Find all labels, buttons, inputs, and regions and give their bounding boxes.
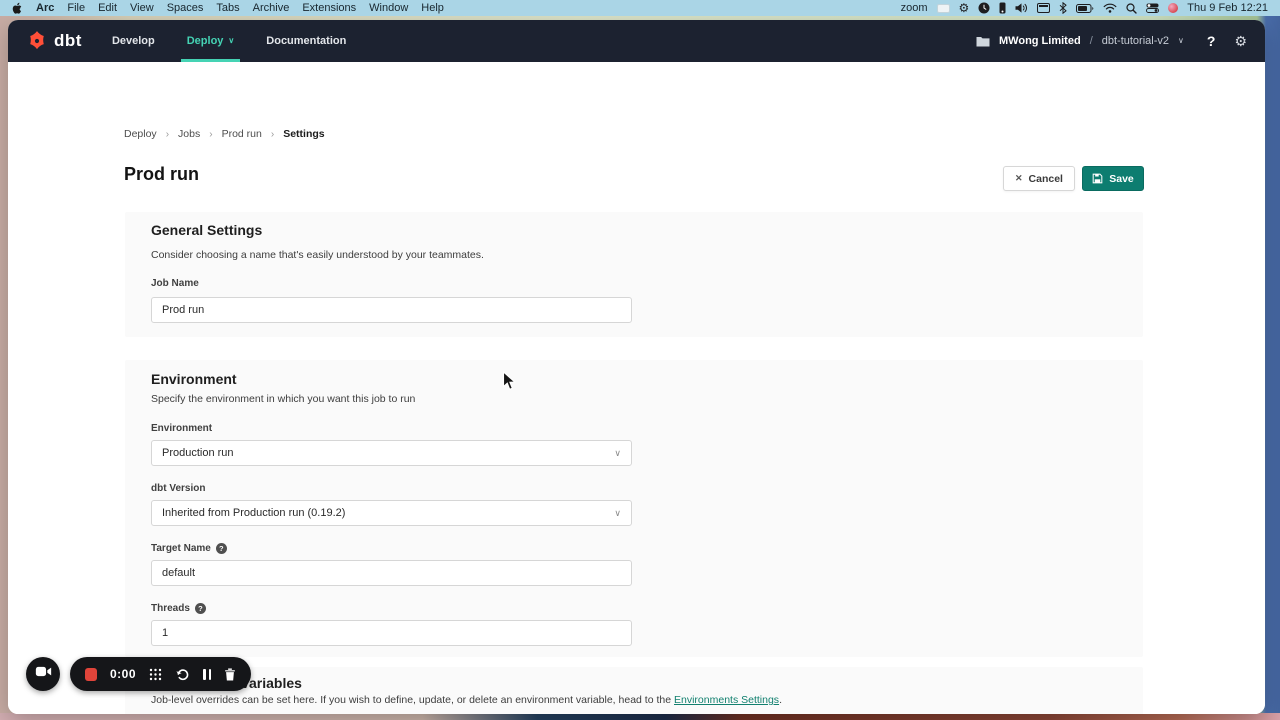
drag-handle-icon[interactable]: [149, 668, 162, 681]
breadcrumb-jobs[interactable]: Jobs: [178, 128, 200, 140]
environment-variables-section: Environment Variables Job-level override…: [125, 667, 1143, 714]
menubar-menu-edit[interactable]: Edit: [98, 2, 117, 14]
nav-items: Develop Deploy ∨ Documentation: [112, 20, 346, 62]
wifi-icon[interactable]: [1103, 3, 1117, 13]
restart-icon[interactable]: [175, 668, 190, 681]
dbt-logo-text: dbt: [54, 31, 82, 51]
general-settings-description: Consider choosing a name that's easily u…: [151, 249, 484, 261]
video-camera-icon: [35, 665, 52, 683]
help-circle-icon[interactable]: ?: [216, 543, 227, 554]
help-circle-icon[interactable]: ?: [195, 603, 206, 614]
desktop-wallpaper-strip: [0, 713, 1280, 720]
nav-item-documentation[interactable]: Documentation: [266, 20, 346, 62]
breadcrumb-separator: ›: [271, 129, 274, 140]
environment-title: Environment: [151, 371, 237, 387]
page-content: Deploy › Jobs › Prod run › Settings Prod…: [8, 62, 1265, 714]
recording-timer: 0:00: [110, 667, 136, 681]
folder-icon: [976, 36, 990, 47]
account-separator: /: [1090, 35, 1093, 47]
job-name-label: Job Name: [151, 278, 199, 289]
nav-item-deploy[interactable]: Deploy ∨: [187, 20, 235, 62]
gear-icon[interactable]: ⚙: [959, 1, 970, 15]
apple-logo-icon[interactable]: [12, 2, 23, 15]
threads-input[interactable]: 1: [151, 620, 632, 646]
environments-settings-link[interactable]: Environments Settings: [674, 694, 779, 706]
job-name-input[interactable]: Prod run: [151, 297, 632, 323]
breadcrumb-deploy[interactable]: Deploy: [124, 128, 157, 140]
target-name-label: Target Name ?: [151, 543, 227, 554]
page-title: Prod run: [124, 164, 199, 185]
menubar-menu-window[interactable]: Window: [369, 2, 408, 14]
breadcrumb-prod-run[interactable]: Prod run: [222, 128, 262, 140]
battery-icon[interactable]: [1076, 4, 1094, 13]
close-icon: ✕: [1015, 173, 1023, 184]
siri-icon[interactable]: [1168, 3, 1178, 13]
general-settings-section: General Settings Consider choosing a nam…: [125, 212, 1143, 337]
dbt-logo[interactable]: dbt: [26, 30, 82, 52]
save-disk-icon: [1092, 173, 1103, 184]
spotlight-icon[interactable]: [1126, 3, 1137, 14]
environment-description: Specify the environment in which you wan…: [151, 393, 415, 405]
volume-icon[interactable]: [1015, 3, 1028, 13]
chevron-down-icon[interactable]: ∨: [1178, 37, 1184, 45]
breadcrumb-settings: Settings: [283, 128, 324, 140]
menubar-zoom-label[interactable]: zoom: [901, 2, 928, 14]
breadcrumb-separator: ›: [166, 129, 169, 140]
account-name[interactable]: MWong Limited: [999, 35, 1081, 47]
menubar-menu-file[interactable]: File: [67, 2, 85, 14]
menubar-menu-view[interactable]: View: [130, 2, 154, 14]
camera-toggle-button[interactable]: [26, 657, 60, 691]
dbt-version-select[interactable]: Inherited from Production run (0.19.2) ∨: [151, 500, 632, 526]
nav-item-develop[interactable]: Develop: [112, 20, 155, 62]
cancel-button[interactable]: ✕ Cancel: [1003, 166, 1075, 191]
general-settings-title: General Settings: [151, 222, 262, 238]
breadcrumb: Deploy › Jobs › Prod run › Settings: [124, 128, 325, 140]
chevron-down-icon: ∨: [614, 448, 621, 459]
dbt-logo-icon: [26, 30, 48, 52]
breadcrumb-separator: ›: [209, 129, 212, 140]
menubar-menu-archive[interactable]: Archive: [253, 2, 290, 14]
environment-field-label: Environment: [151, 423, 212, 434]
project-name[interactable]: dbt-tutorial-v2: [1102, 35, 1169, 47]
dbt-navbar: dbt Develop Deploy ∨ Documentation MWong…: [8, 20, 1265, 62]
trash-icon[interactable]: [224, 668, 236, 681]
clock-icon[interactable]: [978, 2, 990, 14]
environment-select[interactable]: Production run ∨: [151, 440, 632, 466]
dbt-version-label: dbt Version: [151, 483, 205, 494]
save-button[interactable]: Save: [1082, 166, 1144, 191]
menubar-app-name[interactable]: Arc: [36, 2, 54, 14]
browser-window: dbt Develop Deploy ∨ Documentation MWong…: [8, 20, 1265, 714]
stop-recording-button[interactable]: [85, 668, 97, 681]
screen-share-icon[interactable]: [937, 4, 950, 13]
environment-section: Environment Specify the environment in w…: [125, 360, 1143, 657]
menubar-menu-help[interactable]: Help: [421, 2, 444, 14]
control-center-icon[interactable]: [1146, 3, 1159, 13]
menubar-menu-tabs[interactable]: Tabs: [216, 2, 239, 14]
menubar-clock[interactable]: Thu 9 Feb 12:21: [1187, 2, 1268, 14]
settings-gear-icon[interactable]: ⚙: [1234, 34, 1247, 48]
threads-label: Threads ?: [151, 603, 206, 614]
menubar-menu-spaces[interactable]: Spaces: [167, 2, 204, 14]
device-icon[interactable]: [999, 2, 1006, 14]
help-icon[interactable]: ?: [1207, 33, 1216, 49]
target-name-input[interactable]: default: [151, 560, 632, 586]
chevron-down-icon: ∨: [228, 37, 234, 45]
environment-variables-description: Job-level overrides can be set here. If …: [151, 694, 782, 706]
pause-icon[interactable]: [203, 669, 211, 680]
menubar-menu-extensions[interactable]: Extensions: [302, 2, 356, 14]
macos-menubar: Arc File Edit View Spaces Tabs Archive E…: [0, 0, 1280, 16]
display-icon[interactable]: [1037, 3, 1050, 13]
bluetooth-icon[interactable]: [1059, 2, 1067, 14]
chevron-down-icon: ∨: [614, 508, 621, 519]
recording-toolbar: 0:00: [70, 657, 251, 691]
